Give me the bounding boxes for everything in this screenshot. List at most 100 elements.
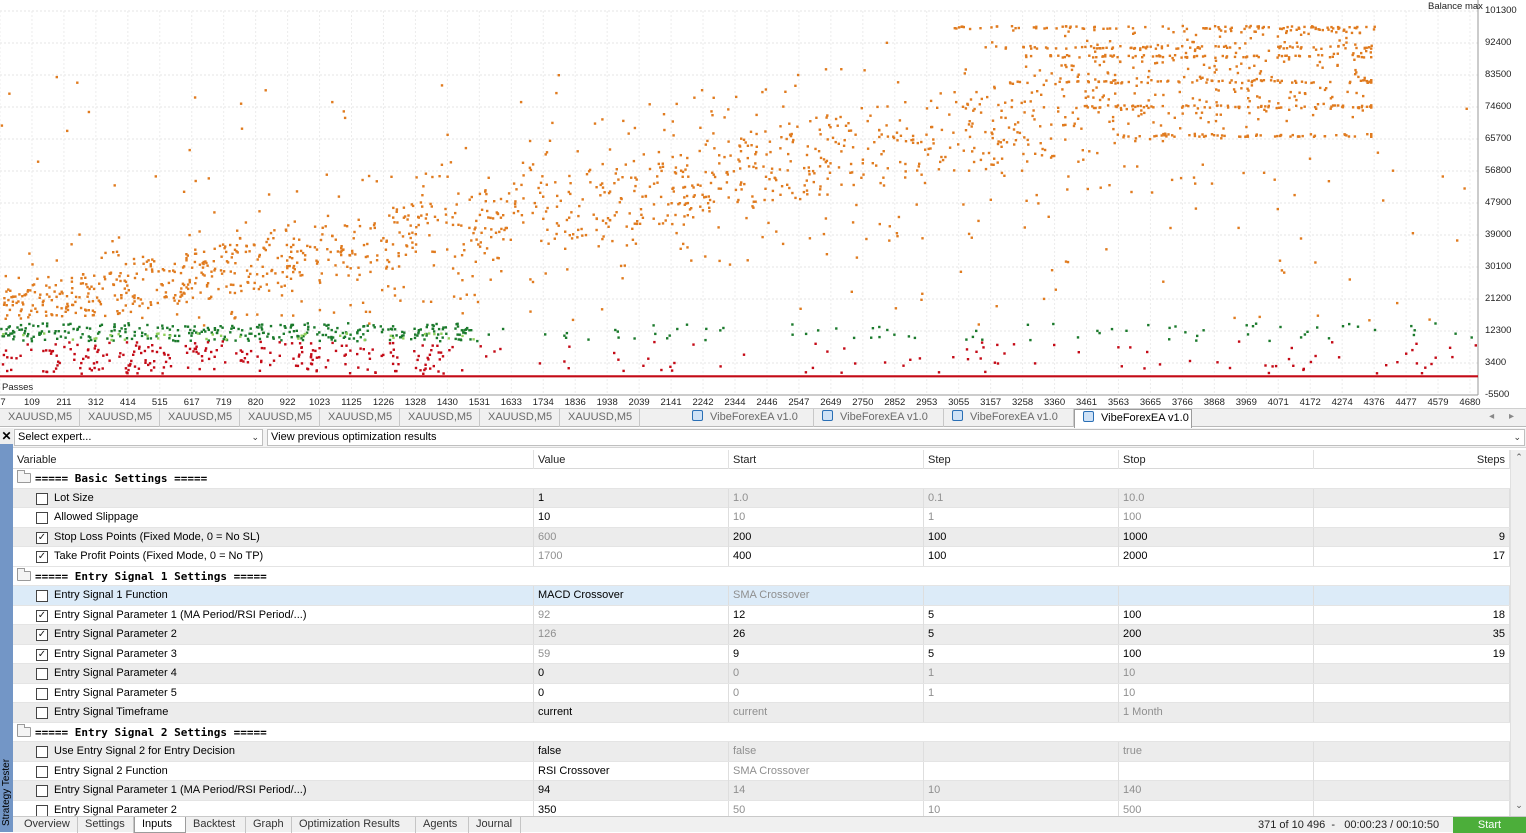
cell-start[interactable]: 200 (729, 527, 924, 547)
cell-start[interactable]: SMA Crossover (729, 586, 924, 605)
unchecked-checkbox[interactable] (36, 804, 48, 816)
scroll-down-icon[interactable]: ⌄ (1511, 800, 1526, 814)
group-row[interactable]: ===== Basic Settings ===== (13, 469, 1510, 489)
parameter-row[interactable]: Entry Signal Parameter 2 350 50 10 500 (13, 800, 1510, 816)
cell-start[interactable]: 26 (729, 625, 924, 644)
tab-inputs[interactable]: Inputs (134, 817, 186, 833)
cell-start[interactable]: current (729, 703, 924, 722)
cell-stop[interactable]: 1000 (1119, 527, 1314, 547)
unchecked-checkbox[interactable] (36, 785, 48, 797)
cell-step[interactable]: 100 (924, 547, 1119, 566)
cell-step[interactable]: 100 (924, 527, 1119, 547)
cell-steps[interactable] (1314, 761, 1510, 781)
cell-value[interactable]: 94 (534, 781, 729, 800)
cell-start[interactable]: 14 (729, 781, 924, 800)
chart-tab[interactable]: VibeForexEA v1.0 (684, 409, 814, 427)
group-row[interactable]: ===== Entry Signal 1 Settings ===== (13, 566, 1510, 586)
cell-steps[interactable]: 19 (1314, 644, 1510, 664)
tab-agents[interactable]: Agents (416, 817, 469, 833)
chart-tab[interactable]: XAUUSD,M5 (560, 409, 640, 427)
parameter-row[interactable]: ✓ Take Profit Points (Fixed Mode, 0 = No … (13, 547, 1510, 567)
expert-select[interactable]: Select expert... ⌄ (14, 429, 263, 446)
cell-start[interactable]: 12 (729, 605, 924, 625)
cell-step[interactable]: 1 (924, 683, 1119, 703)
grid-scrollbar[interactable]: ⌃ ⌄ (1510, 450, 1526, 816)
checked-checkbox[interactable]: ✓ (36, 531, 48, 544)
cell-value[interactable]: RSI Crossover (534, 761, 729, 781)
column-header[interactable]: Step (924, 450, 1119, 469)
parameter-row[interactable]: ✓ Entry Signal Parameter 3 59 9 5 100 19 (13, 644, 1510, 664)
cell-start[interactable]: 0 (729, 664, 924, 683)
group-row[interactable]: ===== Entry Signal 2 Settings ===== (13, 722, 1510, 742)
cell-stop[interactable]: 100 (1119, 644, 1314, 664)
checked-checkbox[interactable]: ✓ (36, 648, 48, 661)
cell-step[interactable]: 10 (924, 800, 1119, 816)
cell-steps[interactable] (1314, 488, 1510, 508)
parameter-row[interactable]: Use Entry Signal 2 for Entry Decision fal… (13, 742, 1510, 762)
tab-graph[interactable]: Graph (246, 817, 292, 833)
unchecked-checkbox[interactable] (36, 687, 48, 700)
close-icon[interactable]: ✕ (0, 428, 13, 444)
chart-tab[interactable]: XAUUSD,M5 (160, 409, 240, 427)
cell-stop[interactable]: 200 (1119, 625, 1314, 644)
cell-start[interactable]: 400 (729, 547, 924, 566)
tab-optimization-results[interactable]: Optimization Results (292, 817, 416, 833)
cell-step[interactable]: 1 (924, 508, 1119, 527)
parameter-row[interactable]: Entry Signal Timeframe current current 1 Mo… (13, 703, 1510, 723)
unchecked-checkbox[interactable] (36, 746, 48, 758)
parameter-row[interactable]: Allowed Slippage 10 10 1 100 (13, 508, 1510, 528)
parameter-row[interactable]: ✓ Entry Signal Parameter 1 (MA Period/RSI… (13, 605, 1510, 625)
cell-start[interactable]: 10 (729, 508, 924, 527)
chart-tab[interactable]: XAUUSD,M5 (320, 409, 400, 427)
cell-value[interactable]: MACD Crossover (534, 586, 729, 605)
cell-start[interactable]: 0 (729, 683, 924, 703)
cell-step[interactable] (924, 761, 1119, 781)
checked-checkbox[interactable]: ✓ (36, 551, 48, 563)
cell-start[interactable]: SMA Crossover (729, 761, 924, 781)
cell-value[interactable]: current (534, 703, 729, 722)
cell-step[interactable]: 5 (924, 605, 1119, 625)
cell-steps[interactable] (1314, 683, 1510, 703)
chart-tab[interactable]: XAUUSD,M5 (80, 409, 160, 427)
cell-stop[interactable]: 10.0 (1119, 488, 1314, 508)
cell-stop[interactable] (1119, 761, 1314, 781)
cell-stop[interactable]: true (1119, 742, 1314, 761)
chart-tab[interactable]: VibeForexEA v1.0 (1074, 409, 1192, 428)
cell-start[interactable]: 1.0 (729, 488, 924, 508)
cell-value[interactable]: 600 (534, 527, 729, 547)
cell-start[interactable]: 50 (729, 800, 924, 816)
tab-backtest[interactable]: Backtest (186, 817, 246, 833)
cell-stop[interactable]: 1 Month (1119, 703, 1314, 722)
column-header[interactable]: Value (534, 450, 729, 469)
cell-start[interactable]: 9 (729, 644, 924, 664)
checked-checkbox[interactable]: ✓ (36, 629, 48, 641)
cell-value[interactable]: 0 (534, 683, 729, 703)
parameter-row[interactable]: Entry Signal 2 Function RSI Crossover SMA … (13, 761, 1510, 781)
chart-tab[interactable]: VibeForexEA v1.0 (814, 409, 944, 427)
cell-steps[interactable] (1314, 781, 1510, 800)
cell-value[interactable]: 10 (534, 508, 729, 527)
tab-overview[interactable]: Overview (17, 817, 78, 833)
scroll-up-icon[interactable]: ⌃ (1511, 452, 1526, 466)
cell-step[interactable] (924, 703, 1119, 722)
cell-steps[interactable] (1314, 742, 1510, 761)
cell-value[interactable]: false (534, 742, 729, 761)
unchecked-checkbox[interactable] (36, 512, 48, 524)
cell-steps[interactable]: 18 (1314, 605, 1510, 625)
cell-value[interactable]: 350 (534, 800, 729, 816)
unchecked-checkbox[interactable] (36, 492, 48, 505)
cell-steps[interactable]: 9 (1314, 527, 1510, 547)
cell-step[interactable]: 5 (924, 625, 1119, 644)
cell-value[interactable]: 1 (534, 488, 729, 508)
tab-scroll-arrows-icon[interactable]: ◂ ▸ (1489, 411, 1520, 422)
cell-stop[interactable]: 140 (1119, 781, 1314, 800)
parameter-row[interactable]: Entry Signal Parameter 5 0 0 1 10 (13, 683, 1510, 703)
parameter-row[interactable]: Lot Size 1 1.0 0.1 10.0 (13, 488, 1510, 508)
cell-stop[interactable] (1119, 586, 1314, 605)
cell-stop[interactable]: 10 (1119, 683, 1314, 703)
parameter-row[interactable]: Entry Signal Parameter 1 (MA Period/RSI … (13, 781, 1510, 801)
cell-stop[interactable]: 100 (1119, 605, 1314, 625)
cell-step[interactable]: 0.1 (924, 488, 1119, 508)
cell-step[interactable]: 1 (924, 664, 1119, 683)
optimization-results-select[interactable]: View previous optimization results ⌄ (267, 429, 1525, 446)
